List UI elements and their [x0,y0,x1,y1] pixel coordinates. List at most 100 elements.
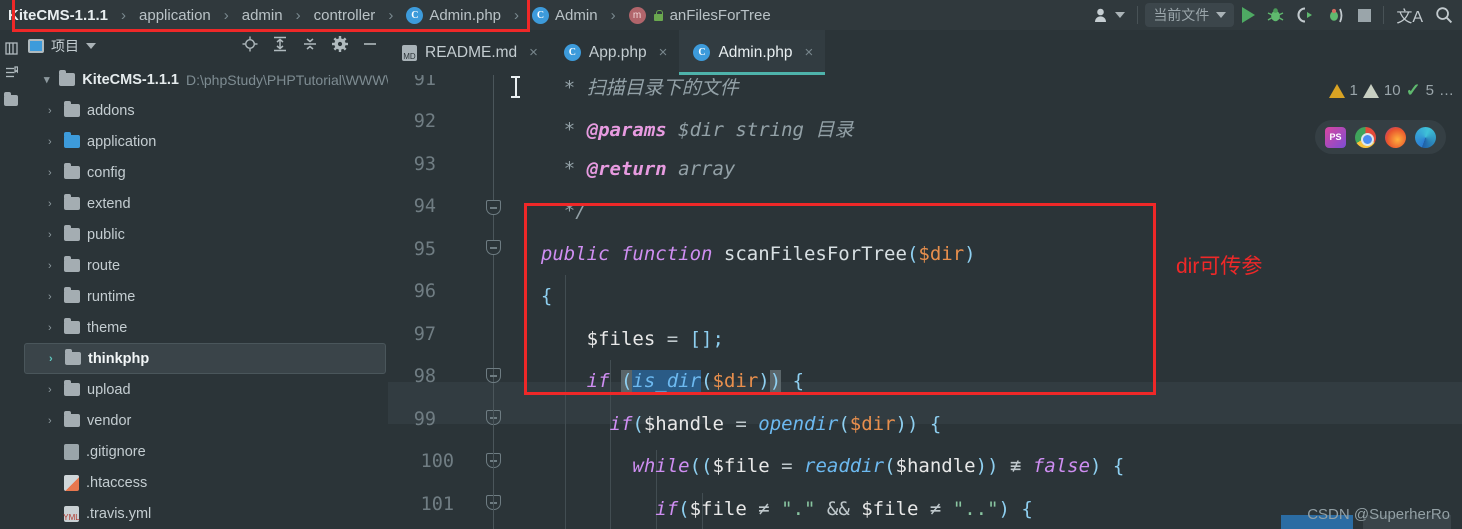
chrome-icon[interactable] [1355,126,1376,148]
breadcrumb-item-method[interactable]: m anFilesForTree [625,6,775,24]
tree-row-vendor[interactable]: › vendor [22,405,388,436]
breadcrumb-label: controller [313,6,376,24]
chevron-right-icon[interactable]: › [48,105,57,117]
run-button[interactable] [1236,2,1260,28]
chevron-right-icon[interactable]: › [48,229,57,241]
warning-count: 1 [1349,82,1358,99]
folder-icon [64,380,80,396]
project-tool-window: 项目 ▾ KiteCMS-1.1.1 D:\phpStudy\PHPTutori… [22,30,388,529]
tab-readme[interactable]: MD README.md × [388,30,550,75]
tree-row-extend[interactable]: › extend [22,188,388,219]
debug-button[interactable] [1262,2,1289,28]
chevron-right-icon[interactable]: › [48,167,57,179]
folder-icon [64,163,80,179]
breadcrumb-item-application[interactable]: application [135,7,215,24]
tree-label: application [87,133,157,150]
code-line-91: * 扫描目录下的文件 [518,77,739,99]
select-opened-file-icon[interactable] [242,36,258,56]
profile-button[interactable] [1322,2,1350,28]
chevron-right-icon[interactable]: › [48,198,57,210]
stop-button[interactable] [1352,2,1376,28]
close-icon[interactable]: × [659,44,668,61]
fold-marker[interactable] [486,240,501,255]
tree-row-upload[interactable]: › upload [22,374,388,405]
chevron-right-icon[interactable]: › [48,136,57,148]
inspection-widget[interactable]: 1 10 ✓ 5 … [1328,80,1454,101]
settings-gear-icon[interactable] [332,36,348,56]
firefox-icon[interactable] [1385,126,1406,148]
chevron-right-icon[interactable]: › [48,322,57,334]
chevron-down-icon[interactable] [86,43,96,49]
tree-row-thinkphp[interactable]: › thinkphp [24,343,386,374]
expand-all-icon[interactable] [272,36,288,56]
phpstorm-icon[interactable]: PS [1325,126,1346,148]
breadcrumb-label: KiteCMS-1.1.1 [8,6,109,24]
search-everywhere-button[interactable] [1430,2,1458,28]
run-with-coverage-button[interactable] [1291,2,1320,28]
weak-warning-icon [1362,83,1379,98]
divider [1383,6,1385,24]
tree-row-htaccess[interactable]: .htaccess [22,467,388,498]
code-editor[interactable]: 91 92 93 94 95 96 97 98 99 100 101 * 扫描目… [388,75,1462,529]
fold-marker[interactable] [486,368,501,383]
chevron-down-icon [1115,12,1126,18]
tree-row-application[interactable]: › application [22,126,388,157]
folder-icon [65,349,81,365]
minimize-icon[interactable] [362,36,378,56]
folder-icon [4,91,18,106]
collapse-all-icon[interactable] [302,36,318,56]
breadcrumb-item-admin-file[interactable]: C Admin.php [402,6,505,24]
run-icon [1241,7,1255,23]
breadcrumb-item-controller[interactable]: controller [310,7,380,24]
close-icon[interactable]: × [529,44,538,61]
folder-icon [64,225,80,241]
tree-label: public [87,226,125,243]
tree-row-travis[interactable]: YML .travis.yml [22,498,388,529]
mouse-text-cursor [511,76,520,98]
tree-row-addons[interactable]: › addons [22,95,388,126]
breadcrumb-separator: › [388,6,394,24]
chevron-right-icon[interactable]: › [48,291,57,303]
user-account-button[interactable] [1089,2,1130,28]
source-folder-icon [64,132,80,148]
lock-icon [652,9,664,22]
chevron-expanded-icon[interactable]: ▾ [44,73,52,86]
tree-row-route[interactable]: › route [22,250,388,281]
tree-row-runtime[interactable]: › runtime [22,281,388,312]
translate-button[interactable]: 文A [1391,2,1428,28]
chevron-right-icon[interactable]: › [49,353,58,365]
tree-row-config[interactable]: › config [22,157,388,188]
breadcrumb-label: admin [241,6,283,24]
breadcrumb-item-admin-dir[interactable]: admin [238,7,287,24]
tree-row-theme[interactable]: › theme [22,312,388,343]
editor-gutter[interactable]: 91 92 93 94 95 96 97 98 99 100 101 [388,75,510,529]
chevron-right-icon[interactable]: › [48,384,57,396]
project-tool-icon[interactable] [0,88,22,112]
markdown-icon: MD [402,44,417,61]
tab-admin-php[interactable]: C Admin.php × [679,30,826,75]
bookmarks-tool-icon[interactable] [0,60,22,84]
tree-row-public[interactable]: › public [22,219,388,250]
chevron-right-icon[interactable]: › [48,415,57,427]
editor-area: MD README.md × C App.php × C Admin.php ×… [388,30,1462,529]
fold-marker[interactable] [486,200,501,215]
tab-label: App.php [588,43,647,61]
tree-row-root[interactable]: ▾ KiteCMS-1.1.1 D:\phpStudy\PHPTutorial\… [22,64,388,95]
breadcrumb-item-project[interactable]: KiteCMS-1.1.1 [4,7,112,24]
breadcrumb-item-admin-class[interactable]: C Admin [528,6,602,24]
close-icon[interactable]: × [805,44,814,61]
tree-root-path: D:\phpStudy\PHPTutorial\WWW\Kit [185,71,388,88]
line-number: 94 [413,196,436,217]
browser-launch-popup[interactable]: PS [1315,120,1446,154]
run-configuration-selector[interactable]: 当前文件 [1145,3,1235,27]
project-icon [28,39,44,53]
chevron-right-icon[interactable]: › [48,260,57,272]
structure-tool-icon[interactable] [0,36,22,60]
code-line-95: public function scanFilesForTree($dir) [518,243,976,265]
tree-row-gitignore[interactable]: .gitignore [22,436,388,467]
tab-app-php[interactable]: C App.php × [550,30,680,75]
code-line-96: { [518,285,553,307]
edge-icon[interactable] [1415,126,1436,148]
breadcrumb-label: anFilesForTree [669,6,771,24]
inspection-more-icon[interactable]: … [1439,82,1454,99]
